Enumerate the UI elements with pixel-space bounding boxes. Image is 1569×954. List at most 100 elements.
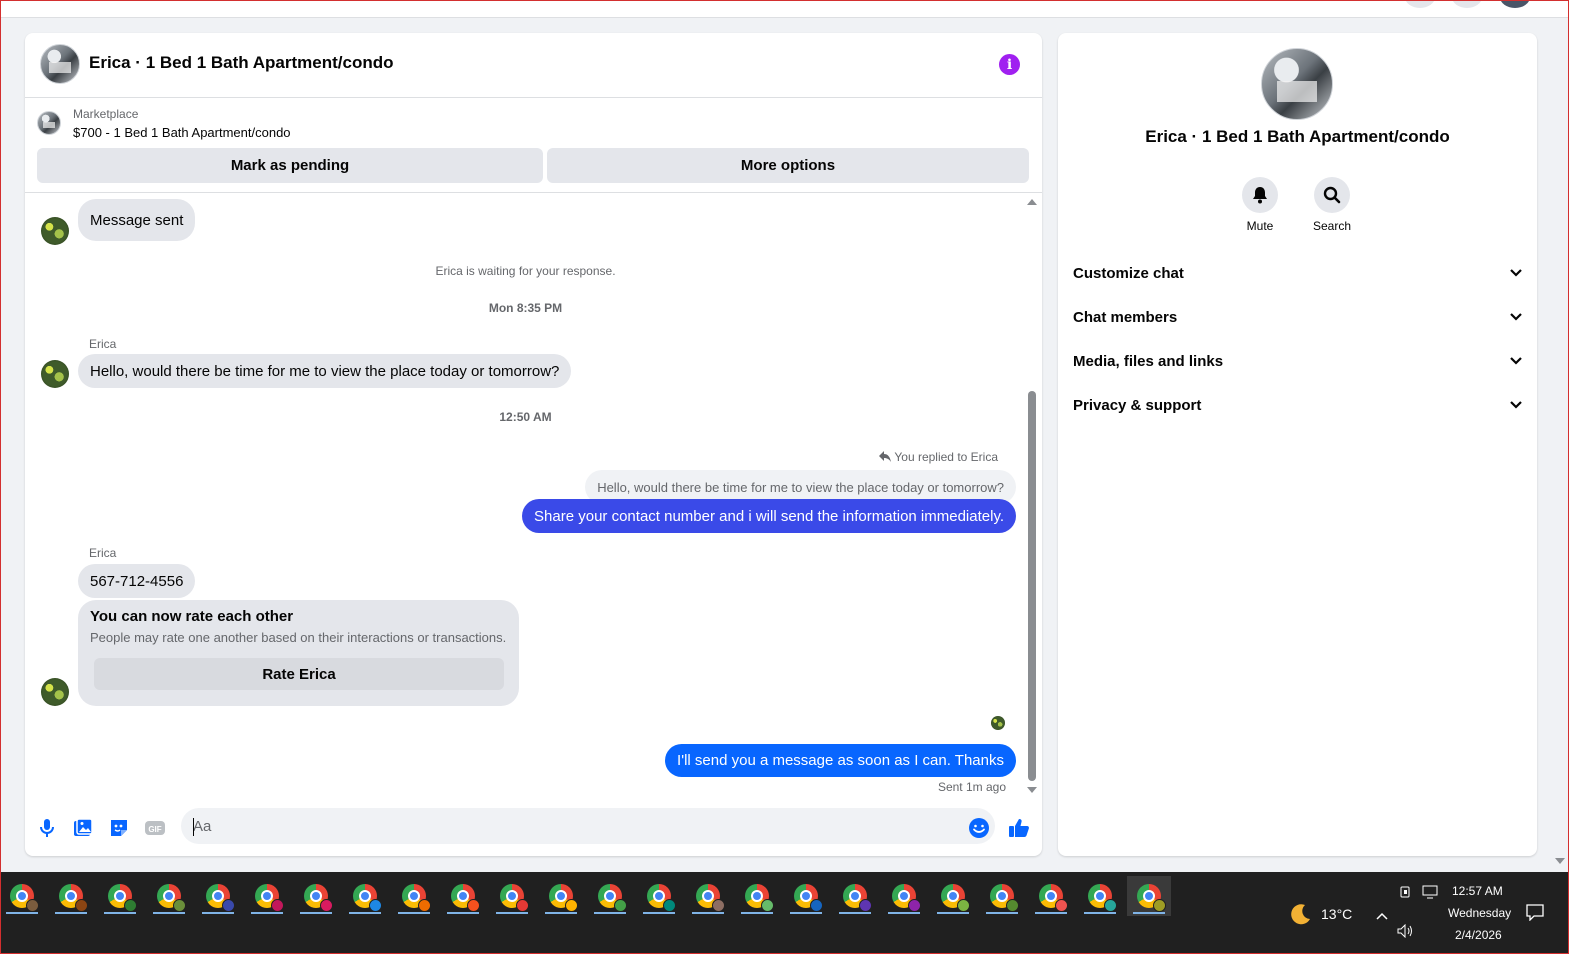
volume-icon[interactable] [1397, 923, 1415, 943]
running-indicator [300, 912, 332, 914]
waiting-notice: Erica is waiting for your response. [435, 264, 616, 278]
profile-badge-icon [663, 899, 676, 912]
profile-badge-icon [124, 899, 137, 912]
taskbar-chrome-window[interactable] [441, 876, 485, 916]
taskbar-chrome-window[interactable] [1078, 876, 1122, 916]
temperature[interactable]: 13°C [1321, 906, 1352, 922]
taskbar-chrome-window[interactable] [637, 876, 681, 916]
chevron-down-icon [1510, 401, 1522, 409]
taskbar-chrome-window[interactable] [294, 876, 338, 916]
gif-icon[interactable]: GIF [143, 816, 167, 840]
message-input[interactable] [181, 808, 995, 844]
taskbar-chrome-window[interactable] [735, 876, 779, 916]
scrollbar[interactable] [1027, 199, 1037, 794]
taskbar-chrome-window[interactable] [490, 876, 534, 916]
running-indicator [643, 912, 675, 914]
profile-badge-icon [859, 899, 872, 912]
timestamp: 12:50 AM [499, 410, 552, 424]
taskbar-chrome-window[interactable] [931, 876, 975, 916]
taskbar-chrome-window[interactable] [539, 876, 583, 916]
sender-name: Erica [89, 546, 117, 560]
profile-badge-icon [761, 899, 774, 912]
message-bubble[interactable]: Message sent [78, 199, 196, 241]
chrome-icon [1137, 884, 1166, 912]
listing-thumbnail[interactable] [37, 111, 61, 135]
outgoing-message[interactable]: I'll send you a message as soon as I can… [665, 744, 1016, 777]
outgoing-message[interactable]: Share your contact number and i will sen… [522, 499, 1016, 533]
microphone-icon[interactable] [35, 816, 59, 840]
media-files-links-section[interactable]: Media, files and links [1073, 346, 1523, 376]
top-button[interactable] [1405, 0, 1435, 8]
chat-title[interactable]: Erica · 1 Bed 1 Bath Apartment/condo [89, 53, 393, 73]
taskbar-chrome-window[interactable] [980, 876, 1024, 916]
profile-picture[interactable] [1261, 48, 1333, 120]
profile-badge-icon [75, 899, 88, 912]
svg-text:GIF: GIF [148, 825, 161, 834]
chat-avatar[interactable] [40, 44, 80, 84]
rate-erica-button[interactable]: Rate Erica [94, 658, 504, 690]
message-bubble[interactable]: Hello, would there be time for me to vie… [78, 354, 572, 388]
profile-badge-icon [614, 899, 627, 912]
photo-icon[interactable] [71, 816, 95, 840]
taskbar-chrome-window[interactable] [833, 876, 877, 916]
taskbar-chrome-window[interactable] [245, 876, 289, 916]
chevron-down-icon [1510, 357, 1522, 365]
sticker-icon[interactable] [107, 816, 131, 840]
scroll-down-arrow[interactable] [1027, 787, 1037, 793]
taskbar-chrome-window[interactable] [1029, 876, 1073, 916]
erica-avatar[interactable] [41, 678, 69, 706]
profile-badge-icon [1006, 899, 1019, 912]
mute-button[interactable]: Mute [1230, 177, 1290, 233]
taskbar-chrome-window[interactable] [49, 876, 93, 916]
profile-badge-icon [1104, 899, 1117, 912]
clock-time[interactable]: 12:57 AM [1452, 884, 1503, 898]
scroll-up-arrow[interactable] [1027, 199, 1037, 205]
profile-avatar[interactable] [1500, 0, 1530, 8]
chat-members-section[interactable]: Chat members [1073, 302, 1523, 332]
taskbar-chrome-window[interactable] [686, 876, 730, 916]
scroll-thumb[interactable] [1028, 391, 1036, 781]
taskbar-chrome-window[interactable] [588, 876, 632, 916]
search-button[interactable]: Search [1302, 177, 1362, 233]
thumbs-up-icon[interactable] [1007, 816, 1031, 840]
privacy-support-section[interactable]: Privacy & support [1073, 390, 1523, 420]
top-button[interactable] [1452, 0, 1482, 8]
customize-chat-section[interactable]: Customize chat [1073, 258, 1523, 288]
message-bubble[interactable]: 567-712-4556 [78, 564, 196, 598]
chrome-icon [10, 884, 39, 912]
side-panel-title[interactable]: Erica · 1 Bed 1 Bath Apartment/condo [1058, 127, 1537, 147]
notification-icon[interactable] [1525, 903, 1545, 926]
taskbar-chrome-window[interactable] [0, 876, 44, 916]
running-indicator [202, 912, 234, 914]
running-indicator [741, 912, 773, 914]
taskbar-chrome-window[interactable] [392, 876, 436, 916]
listing-text[interactable]: $700 - 1 Bed 1 Bath Apartment/condo [73, 125, 291, 140]
taskbar-chrome-window[interactable] [147, 876, 191, 916]
meet-icon[interactable] [1399, 885, 1413, 904]
moon-icon[interactable] [1289, 902, 1313, 931]
chevron-up-icon[interactable] [1375, 908, 1389, 926]
running-indicator [349, 912, 381, 914]
chevron-down-icon [1510, 269, 1522, 277]
emoji-icon[interactable] [967, 816, 991, 840]
window-scroll-down[interactable] [1555, 858, 1565, 864]
erica-avatar[interactable] [41, 217, 69, 245]
taskbar-chrome-window[interactable] [343, 876, 387, 916]
running-indicator [594, 912, 626, 914]
taskbar-chrome-window[interactable] [784, 876, 828, 916]
taskbar-chrome-window[interactable] [1127, 876, 1171, 916]
chrome-icon [794, 884, 823, 912]
rate-card: You can now rate each other People may r… [78, 600, 519, 706]
mark-as-pending-button[interactable]: Mark as pending [37, 148, 543, 183]
network-icon[interactable] [1422, 885, 1440, 904]
running-indicator [545, 912, 577, 914]
taskbar-chrome-window[interactable] [196, 876, 240, 916]
erica-avatar[interactable] [41, 360, 69, 388]
info-icon[interactable]: i [999, 54, 1020, 75]
clock-date[interactable]: 2/4/2026 [1455, 928, 1502, 942]
clock-day[interactable]: Wednesday [1448, 906, 1511, 920]
more-options-button[interactable]: More options [547, 148, 1029, 183]
taskbar-chrome-window[interactable] [882, 876, 926, 916]
running-indicator [986, 912, 1018, 914]
taskbar-chrome-window[interactable] [98, 876, 142, 916]
